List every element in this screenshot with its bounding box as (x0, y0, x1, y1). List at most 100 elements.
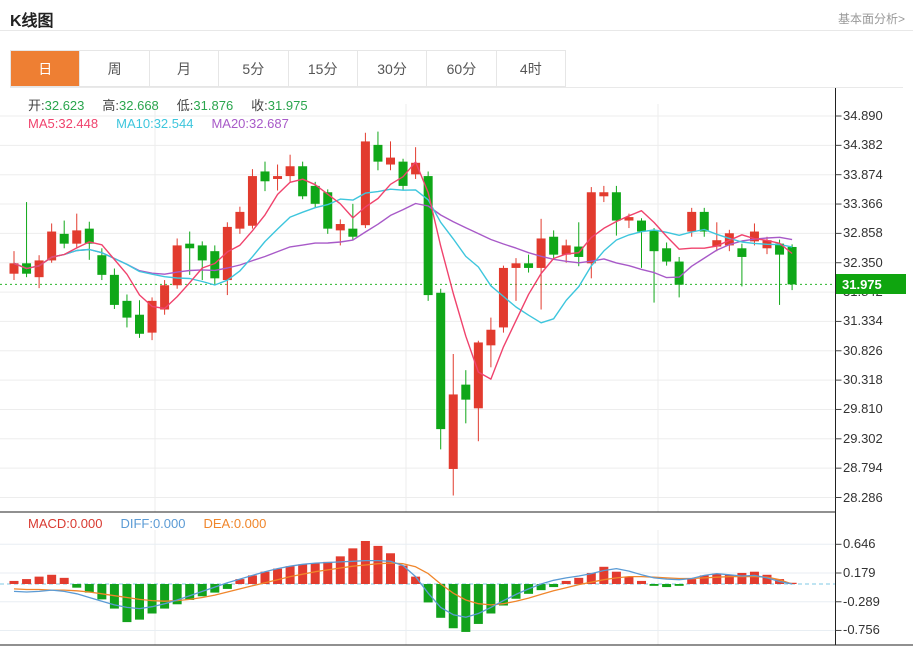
tab-60min[interactable]: 60分 (427, 51, 496, 86)
macd-bar-up (373, 546, 382, 584)
macd-bar-up (687, 579, 696, 584)
current-price-tag: 31.975 (836, 274, 906, 294)
axis-label: 32.350 (843, 255, 883, 270)
axis-label: 29.810 (843, 401, 883, 416)
macd-bar-up (286, 566, 295, 584)
candle-down (348, 229, 357, 237)
candle-down (662, 248, 671, 261)
macd-bar-up (562, 581, 571, 584)
macd-bar-down (135, 584, 144, 620)
macd-bar-up (10, 581, 19, 584)
macd-bar-up (35, 577, 44, 584)
tab-month[interactable]: 月 (150, 51, 219, 86)
axis-label: 31.334 (843, 313, 883, 328)
candle-up (599, 192, 608, 196)
tab-bar-underline (10, 87, 903, 88)
candle-down (311, 186, 320, 204)
candles-layer (10, 132, 797, 496)
macd-row-item: DEA:0.000 (203, 516, 266, 531)
tab-week[interactable]: 周 (80, 51, 149, 86)
kline-page: K线图 基本面分析> 日周月5分15分30分60分4时 开:32.623高:32… (0, 0, 913, 649)
axis-label: 0.646 (843, 536, 876, 551)
candle-down (612, 192, 621, 220)
ohlc-info-row: 开:32.623高:32.668低:31.876收:31.975 (28, 95, 326, 114)
axis-label: 32.858 (843, 225, 883, 240)
candle-down (788, 247, 797, 284)
ma-row-item: MA5:32.448 (28, 116, 98, 131)
macd-bar-up (574, 578, 583, 584)
macd-bar-up (22, 579, 31, 584)
axis-label: 33.366 (843, 196, 883, 211)
macd-bar-up (323, 562, 332, 584)
macd-bar-down (148, 584, 157, 613)
candle-down (97, 255, 106, 275)
candle-up (361, 141, 370, 225)
candle-up (499, 268, 508, 328)
axis-label: 28.794 (843, 460, 883, 475)
macd-row-item: MACD:0.000 (28, 516, 102, 531)
macd-bar-up (60, 578, 69, 584)
candle-up (687, 212, 696, 232)
macd-bar-down (122, 584, 131, 622)
header-divider (0, 30, 913, 31)
candle-up (587, 192, 596, 263)
candle-down (700, 212, 709, 232)
axis-label: 30.318 (843, 372, 883, 387)
candle-down (549, 237, 558, 255)
candle-down (637, 221, 646, 232)
candle-up (273, 176, 282, 179)
candle-up (173, 245, 182, 285)
candle-down (373, 145, 382, 162)
ohlc-row-item: 低:31.876 (177, 98, 233, 113)
candle-up (223, 227, 232, 280)
axis-label: 29.302 (843, 431, 883, 446)
axis-label: 33.874 (843, 167, 883, 182)
tab-30min[interactable]: 30分 (358, 51, 427, 86)
macd-row-item: DIFF:0.000 (120, 516, 185, 531)
macd-bar-down (436, 584, 445, 618)
macd-bar-down (675, 584, 684, 586)
ohlc-row-item: 收:31.975 (251, 98, 307, 113)
candle-down (261, 171, 270, 181)
macd-bar-up (712, 574, 721, 584)
axis-label: 34.890 (843, 108, 883, 123)
candle-up (286, 166, 295, 176)
candle-down (675, 262, 684, 285)
axis-label: -0.756 (843, 622, 880, 637)
candle-down (185, 244, 194, 249)
tab-day[interactable]: 日 (11, 51, 80, 86)
tab-4hour[interactable]: 4时 (497, 51, 565, 86)
macd-bar-up (637, 581, 646, 584)
macd-bar-down (650, 584, 659, 586)
macd-bar-down (97, 584, 106, 599)
candle-down (461, 385, 470, 400)
macd-bar-up (737, 573, 746, 584)
macd-bar-down (662, 584, 671, 587)
macd-bar-up (273, 569, 282, 584)
candle-up (486, 330, 495, 346)
candle-down (323, 192, 332, 228)
macd-bar-down (223, 584, 232, 589)
fundamental-analysis-link[interactable]: 基本面分析> (838, 10, 905, 27)
macd-bar-up (311, 563, 320, 584)
axis-label: 0.179 (843, 565, 876, 580)
macd-bar-down (185, 584, 194, 600)
tab-15min[interactable]: 15分 (289, 51, 358, 86)
candle-down (650, 230, 659, 251)
candle-up (336, 224, 345, 230)
ohlc-row-item: 开:32.623 (28, 98, 84, 113)
candle-up (235, 212, 244, 229)
period-tab-bar: 日周月5分15分30分60分4时 (10, 50, 566, 87)
candle-up (512, 263, 521, 268)
axis-label: -0.289 (843, 594, 880, 609)
axis-label: 30.826 (843, 343, 883, 358)
macd-legend-row: MACD:0.000 DIFF:0.000 DEA:0.000 (28, 516, 284, 531)
macd-bar-down (461, 584, 470, 632)
tab-5min[interactable]: 5分 (219, 51, 288, 86)
ma-row-item: MA10:32.544 (116, 116, 193, 131)
macd-bar-up (47, 575, 56, 584)
page-title: K线图 (10, 7, 54, 31)
candle-up (537, 238, 546, 267)
macd-bar-up (750, 572, 759, 584)
candle-up (248, 176, 257, 226)
